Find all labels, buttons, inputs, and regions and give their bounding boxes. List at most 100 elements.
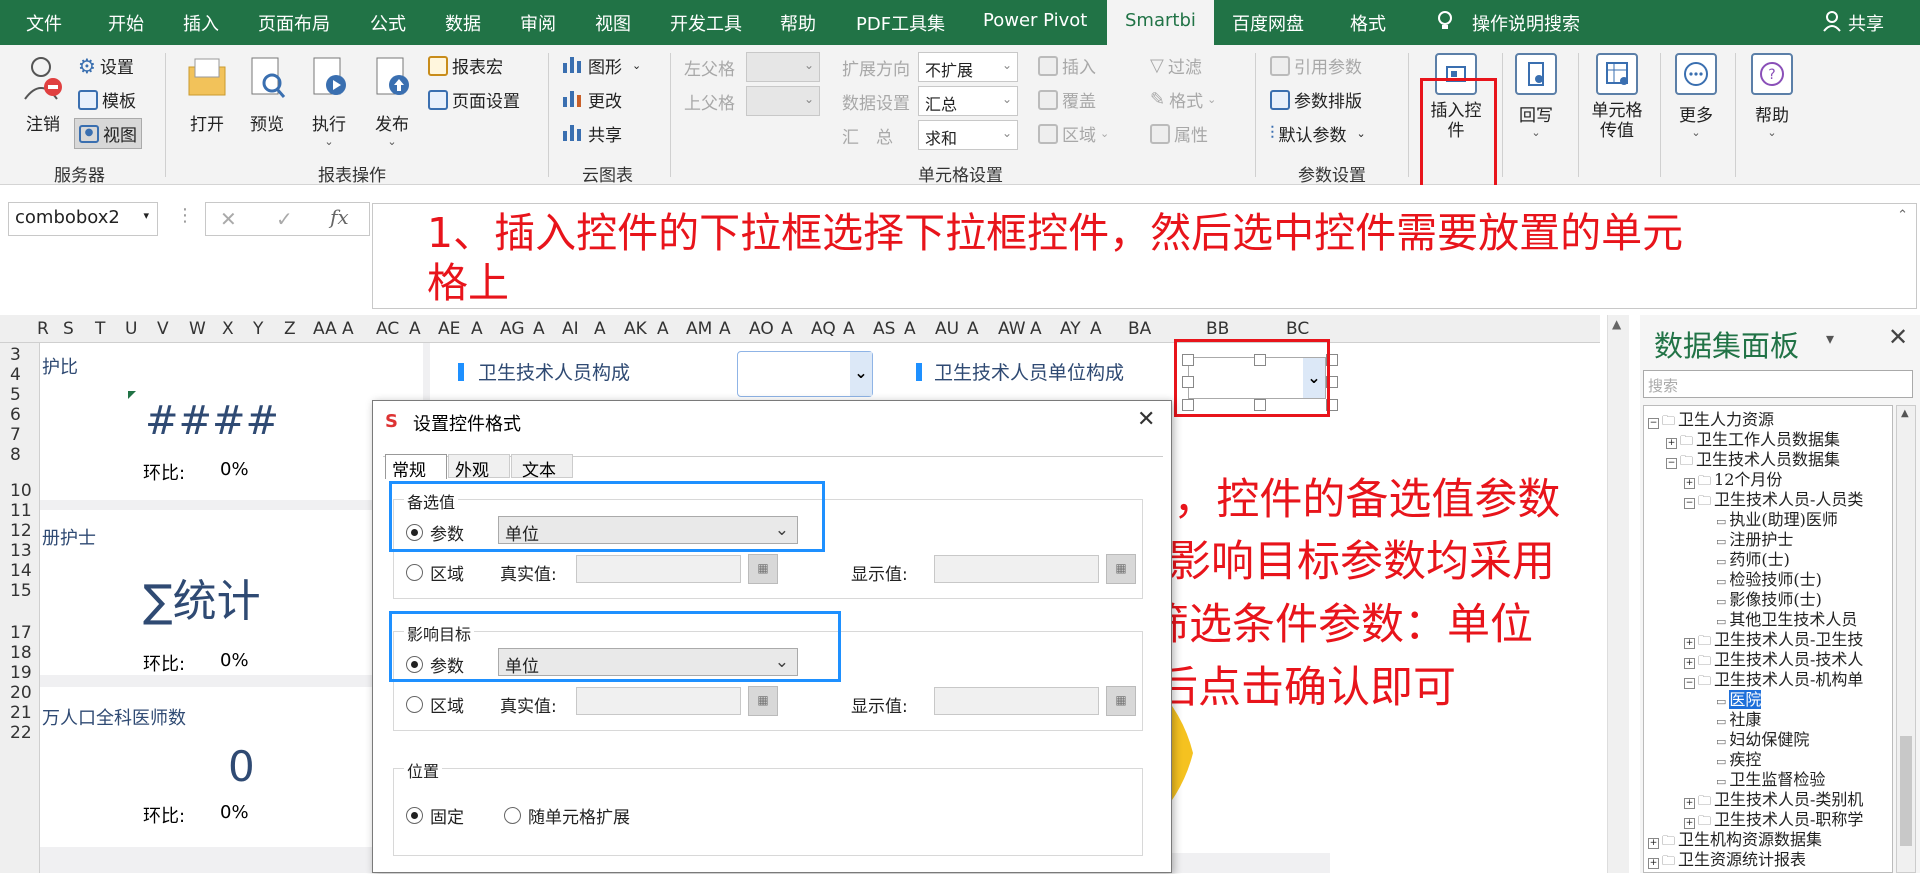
target-real-picker[interactable]: ▦ [748,686,778,716]
tab-home[interactable]: 开始 [108,10,144,36]
template-button[interactable]: 模板 [78,87,136,112]
row-header[interactable]: 14 [10,561,32,581]
column-header[interactable]: BC [1286,319,1309,339]
column-header[interactable]: A [781,319,793,339]
format-control-dialog[interactable]: S 设置控件格式 ✕ 常规 外观 文本 备选值 参数 单位 ⌄ 区域 真实值: ▦… [372,400,1172,873]
summary-select[interactable]: 求和 ⌄ [918,120,1018,150]
open-button[interactable]: 打开 [183,55,231,135]
cancel-icon[interactable]: ✕ [220,207,237,231]
row-header[interactable]: 13 [10,541,32,561]
column-header[interactable]: A [843,319,855,339]
row-header[interactable]: 12 [10,521,32,541]
logout-button[interactable]: 注销 [18,55,68,135]
column-header[interactable]: T [95,319,105,339]
tab-file[interactable]: 文件 [26,10,62,36]
tab-review[interactable]: 审阅 [520,10,556,36]
panel-dropdown-icon[interactable]: ▾ [1826,329,1834,348]
ref-param-button[interactable]: 引用参数 [1270,53,1362,78]
candidate-real-input[interactable] [576,555,741,583]
tab-formulas[interactable]: 公式 [370,10,406,36]
confirm-icon[interactable]: ✓ [276,207,293,231]
candidate-area-radio[interactable] [406,562,423,581]
cell-pass-value-button[interactable]: 单元格传值 [1586,53,1648,141]
writeback-button[interactable]: 回写 ⌄ [1512,53,1560,139]
column-header[interactable]: A [533,319,545,339]
help-button[interactable]: ? 帮助 ⌄ [1748,53,1796,139]
tab-text[interactable]: 文本 [511,454,573,481]
cover-button[interactable]: 覆盖 [1038,87,1096,112]
panel-scrollbar[interactable]: ▲ [1896,405,1916,873]
name-box[interactable]: combobox2 ▾ [8,202,158,236]
target-real-input[interactable] [576,687,741,715]
column-header[interactable]: AC [376,319,399,339]
more-button[interactable]: 更多 ⌄ [1672,53,1720,139]
column-header[interactable]: BB [1206,319,1229,339]
target-display-picker[interactable]: ▦ [1106,686,1136,716]
vertical-scrollbar[interactable]: ▲ [1607,315,1629,873]
column-header[interactable]: V [157,319,169,339]
column-header[interactable]: W [189,319,206,339]
column-header[interactable]: A [657,319,669,339]
tell-me-search[interactable]: 操作说明搜索 [1472,10,1580,36]
column-header[interactable]: AO [749,319,774,339]
expander-icon[interactable]: − [1684,678,1695,689]
candidate-display-picker[interactable]: ▦ [1106,554,1136,584]
column-header[interactable]: S [63,319,74,339]
format-button[interactable]: ✎ 格式 ⌄ [1150,87,1216,112]
tab-view[interactable]: 视图 [595,10,631,36]
tab-baidu-disk[interactable]: 百度网盘 [1232,10,1304,36]
preview-button[interactable]: 预览 [243,55,291,135]
data-setting-select[interactable]: 汇总 ⌄ [918,86,1018,116]
column-header[interactable]: AM [686,319,712,339]
publish-button[interactable]: 发布 ⌄ [368,55,416,148]
row-header[interactable]: 21 [10,703,32,723]
position-expand-radio[interactable] [504,805,521,824]
row-header[interactable]: 5 [10,385,21,405]
column-header[interactable]: U [125,319,137,339]
close-icon[interactable]: ✕ [1888,323,1908,351]
view-button[interactable]: ● 视图 [74,118,142,149]
scroll-up-icon[interactable]: ▲ [1901,408,1909,419]
column-header[interactable]: Z [284,319,296,339]
row-header[interactable]: 19 [10,663,32,683]
share-chart-button[interactable]: 共享 [562,121,622,146]
row-header[interactable]: 18 [10,643,32,663]
default-param-button[interactable]: ⫶ 默认参数 ⌄ [1270,121,1366,146]
row-header[interactable]: 7 [10,425,21,445]
column-header[interactable]: X [222,319,234,339]
row-header[interactable]: 20 [10,683,32,703]
share-button[interactable]: 共享 [1848,10,1884,36]
column-header[interactable]: AG [500,319,525,339]
column-header[interactable]: AU [935,319,959,339]
page-setup-button[interactable]: 页面设置 [428,87,520,112]
column-header[interactable]: R [37,319,49,339]
tab-insert[interactable]: 插入 [183,10,219,36]
left-parent-select[interactable]: ⌄ [746,52,820,82]
update-button[interactable]: 更改 [562,87,622,112]
column-header[interactable]: A [471,319,483,339]
tab-power-pivot[interactable]: Power Pivot [983,10,1087,31]
top-parent-select[interactable]: ⌄ [746,86,820,116]
column-header[interactable]: A [409,319,421,339]
dataset-tree[interactable]: − 🗀 卫生人力资源 + 🗀 卫生工作人员数据集 − 🗀 卫生技术人员数据集 + 🗀 12个月份 − 🗀 卫… [1643,405,1893,873]
tab-appearance[interactable]: 外观 [448,454,510,481]
expander-icon[interactable]: − [1684,498,1695,509]
settings-button[interactable]: ⚙ 设置 [78,53,134,79]
column-header[interactable]: A [904,319,916,339]
candidate-real-picker[interactable]: ▦ [748,554,778,584]
row-header[interactable]: 8 [10,445,21,465]
execute-button[interactable]: 执行 ⌄ [305,55,353,148]
row-header[interactable]: 11 [10,501,32,521]
row-header[interactable]: 17 [10,623,32,643]
column-header[interactable]: AK [624,319,647,339]
expander-icon[interactable]: − [1666,458,1677,469]
scrollbar-thumb[interactable] [1900,736,1912,846]
tab-pdf-tools[interactable]: PDF工具集 [856,10,945,36]
position-fixed-radio[interactable] [406,805,423,824]
tab-page-layout[interactable]: 页面布局 [258,10,330,36]
row-header[interactable]: 10 [10,481,32,501]
report-macro-button[interactable]: 报表宏 [428,53,503,78]
tab-smartbi[interactable]: Smartbi [1107,0,1214,47]
column-header[interactable]: A [1030,319,1042,339]
tab-data[interactable]: 数据 [445,10,481,36]
